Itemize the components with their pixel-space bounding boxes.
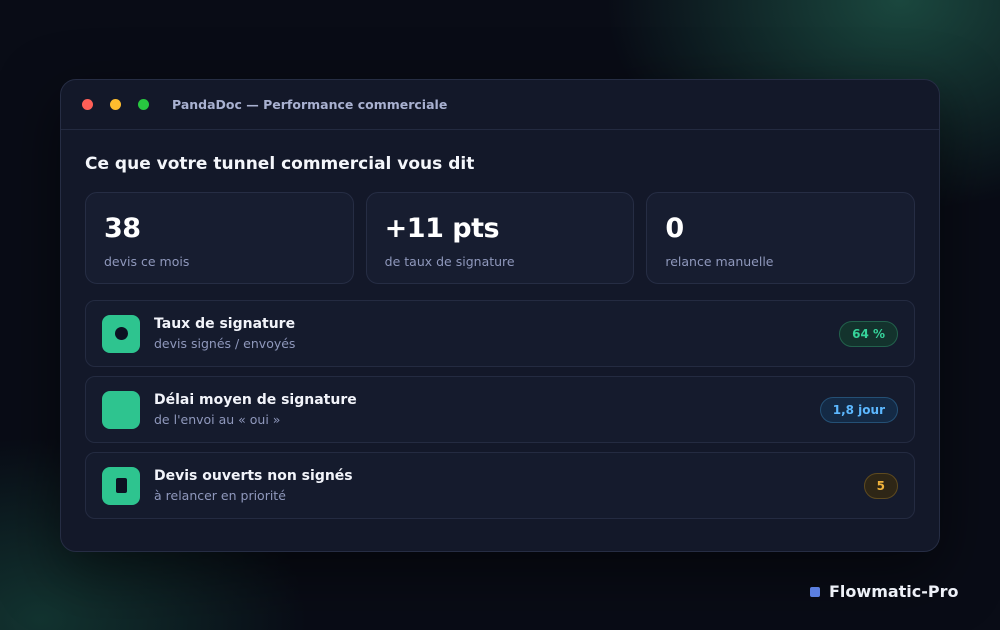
brand-name: Flowmatic-Pro	[829, 582, 959, 601]
metrics-list: Taux de signature devis signés / envoyés…	[85, 300, 915, 519]
list-item-title: Devis ouverts non signés	[154, 468, 353, 484]
document-icon	[102, 466, 140, 505]
stat-value: 38	[104, 213, 141, 244]
list-item-unsigned-quotes[interactable]: Devis ouverts non signés à relancer en p…	[85, 452, 915, 519]
title-bar: PandaDoc — Performance commerciale	[61, 80, 939, 130]
main-content: Ce que votre tunnel commercial vous dit …	[61, 130, 939, 519]
close-window-button[interactable]	[82, 99, 93, 110]
page-title: Ce que votre tunnel commercial vous dit	[85, 154, 475, 174]
status-badge: 5	[863, 472, 898, 499]
brand-square-icon	[810, 586, 820, 597]
list-item-subtitle: devis signés / envoyés	[154, 336, 296, 351]
window-title: PandaDoc — Performance commerciale	[172, 97, 448, 112]
list-item-signature-rate[interactable]: Taux de signature devis signés / envoyés…	[85, 300, 915, 367]
list-item-signature-delay[interactable]: Délai moyen de signature de l'envoi au «…	[85, 376, 915, 443]
brand-logo: Flowmatic-Pro	[810, 582, 959, 601]
stat-label: de taux de signature	[384, 254, 515, 269]
stats-row: 38 devis ce mois +11 pts de taux de sign…	[85, 192, 916, 284]
target-icon	[102, 314, 140, 353]
stat-label: devis ce mois	[104, 254, 190, 269]
status-badge: 64 %	[839, 320, 898, 347]
clock-icon	[102, 390, 140, 429]
list-item-subtitle: à relancer en priorité	[154, 488, 286, 503]
status-badge: 1,8 jour	[819, 396, 898, 423]
stat-value: +11 pts	[384, 213, 500, 244]
stat-card-signature-rate: +11 pts de taux de signature	[365, 192, 635, 284]
stat-card-quotes: 38 devis ce mois	[85, 192, 354, 284]
app-window: PandaDoc — Performance commerciale Ce qu…	[60, 79, 940, 552]
minimize-window-button[interactable]	[110, 99, 121, 110]
stat-card-manual-followups: 0 relance manuelle	[646, 192, 916, 284]
stat-value: 0	[665, 213, 684, 244]
list-item-title: Taux de signature	[154, 316, 296, 332]
maximize-window-button[interactable]	[138, 99, 149, 110]
list-item-title: Délai moyen de signature	[154, 392, 357, 408]
stat-label: relance manuelle	[665, 254, 774, 269]
list-item-subtitle: de l'envoi au « oui »	[154, 412, 281, 427]
